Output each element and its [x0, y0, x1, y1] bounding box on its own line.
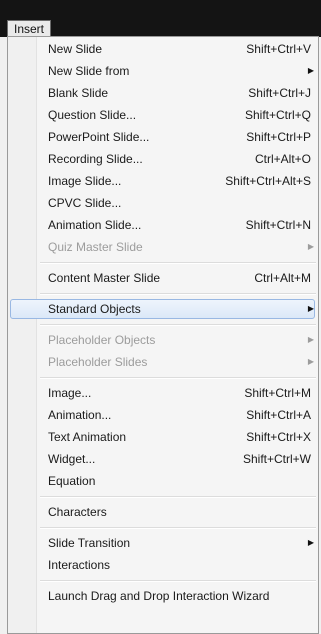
menu-bar: Insert: [0, 0, 321, 37]
menu-item-shortcut: Shift+Ctrl+V: [246, 42, 311, 56]
insert-dropdown-menu: New Slide Shift+Ctrl+V New Slide from ▶ Blan…: [7, 36, 319, 634]
menu-item-label: Interactions: [48, 558, 111, 572]
menu-item-shortcut: Shift+Ctrl+N: [245, 218, 311, 232]
menu-item-label: Widget...: [48, 452, 96, 466]
menu-item-image[interactable]: Image... Shift+Ctrl+M: [8, 382, 318, 404]
menu-separator: [8, 576, 318, 585]
menu-item-animation[interactable]: Animation... Shift+Ctrl+A: [8, 404, 318, 426]
menu-item-label: Placeholder Objects: [48, 333, 156, 347]
submenu-arrow-icon: ▶: [307, 242, 314, 251]
menu-item-label: Slide Transition: [48, 536, 131, 550]
menu-item-label: Image...: [48, 386, 92, 400]
menu-item-content-master-slide[interactable]: Content Master Slide Ctrl+Alt+M: [8, 267, 318, 289]
menu-item-shortcut: Shift+Ctrl+W: [242, 452, 311, 466]
menu-item-shortcut: Ctrl+Alt+M: [254, 271, 311, 285]
menu-item-new-slide-from[interactable]: New Slide from ▶: [8, 60, 318, 82]
menu-item-label: Question Slide...: [48, 108, 137, 122]
menu-item-label: Content Master Slide: [48, 271, 161, 285]
menu-separator: [8, 492, 318, 501]
menu-item-shortcut: Shift+Ctrl+Q: [244, 108, 311, 122]
menu-item-text-animation[interactable]: Text Animation Shift+Ctrl+X: [8, 426, 318, 448]
menu-item-question-slide[interactable]: Question Slide... Shift+Ctrl+Q: [8, 104, 318, 126]
menu-item-label: Launch Drag and Drop Interaction Wizard: [48, 589, 270, 603]
menu-item-label: Equation: [48, 474, 96, 488]
menu-item-quiz-master-slide: Quiz Master Slide ▶: [8, 236, 318, 258]
menu-item-label: PowerPoint Slide...: [48, 130, 150, 144]
menu-item-shortcut: Ctrl+Alt+O: [254, 152, 311, 166]
menu-separator: [8, 373, 318, 382]
menu-item-powerpoint-slide[interactable]: PowerPoint Slide... Shift+Ctrl+P: [8, 126, 318, 148]
separator-line: [40, 580, 316, 582]
separator-line: [40, 293, 316, 295]
menu-separator: [8, 523, 318, 532]
menu-item-blank-slide[interactable]: Blank Slide Shift+Ctrl+J: [8, 82, 318, 104]
menu-item-shortcut: Shift+Ctrl+X: [246, 430, 311, 444]
menu-item-animation-slide[interactable]: Animation Slide... Shift+Ctrl+N: [8, 214, 318, 236]
menu-item-label: Image Slide...: [48, 174, 122, 188]
menu-item-launch-drag-and-drop-wizard[interactable]: Launch Drag and Drop Interaction Wizard: [8, 585, 318, 607]
menu-item-placeholder-slides: Placeholder Slides ▶: [8, 351, 318, 373]
menu-item-interactions[interactable]: Interactions: [8, 554, 318, 576]
separator-line: [40, 496, 316, 498]
menu-item-new-slide[interactable]: New Slide Shift+Ctrl+V: [8, 38, 318, 60]
menu-item-shortcut: Shift+Ctrl+A: [246, 408, 311, 422]
menu-item-cpvc-slide[interactable]: CPVC Slide...: [8, 192, 318, 214]
menu-item-shortcut: Shift+Ctrl+P: [246, 130, 311, 144]
menu-item-recording-slide[interactable]: Recording Slide... Ctrl+Alt+O: [8, 148, 318, 170]
menu-item-label: Text Animation: [48, 430, 127, 444]
submenu-arrow-icon: ▶: [307, 357, 314, 366]
menu-item-list: New Slide Shift+Ctrl+V New Slide from ▶ Blan…: [8, 38, 318, 607]
menu-item-label: CPVC Slide...: [48, 196, 122, 210]
submenu-arrow-icon: ▶: [307, 335, 314, 344]
menu-item-label: Placeholder Slides: [48, 355, 148, 369]
menu-item-equation[interactable]: Equation: [8, 470, 318, 492]
menu-item-shortcut: Shift+Ctrl+M: [244, 386, 311, 400]
menu-item-shortcut: Shift+Ctrl+J: [248, 86, 311, 100]
submenu-arrow-icon: ▶: [307, 538, 314, 547]
menu-item-label: New Slide from: [48, 64, 130, 78]
menu-item-label: Characters: [48, 505, 107, 519]
menu-item-standard-objects[interactable]: Standard Objects ▶: [8, 298, 318, 320]
menu-item-placeholder-objects: Placeholder Objects ▶: [8, 329, 318, 351]
menu-item-characters[interactable]: Characters: [8, 501, 318, 523]
separator-line: [40, 377, 316, 379]
menu-item-label: New Slide: [48, 42, 103, 56]
submenu-arrow-icon: ▶: [307, 66, 314, 75]
menu-item-shortcut: Shift+Ctrl+Alt+S: [225, 174, 311, 188]
separator-line: [40, 262, 316, 264]
submenu-arrow-icon: ▶: [307, 304, 314, 313]
menu-item-label: Animation...: [48, 408, 112, 422]
menu-separator: [8, 289, 318, 298]
separator-line: [40, 527, 316, 529]
menu-item-label: Blank Slide: [48, 86, 109, 100]
menu-item-slide-transition[interactable]: Slide Transition ▶: [8, 532, 318, 554]
insert-menu-tab[interactable]: Insert: [7, 20, 52, 37]
menu-separator: [8, 320, 318, 329]
menu-item-widget[interactable]: Widget... Shift+Ctrl+W: [8, 448, 318, 470]
separator-line: [40, 324, 316, 326]
menu-item-label: Recording Slide...: [48, 152, 143, 166]
menu-separator: [8, 258, 318, 267]
menu-item-image-slide[interactable]: Image Slide... Shift+Ctrl+Alt+S: [8, 170, 318, 192]
menu-item-label: Standard Objects: [48, 302, 141, 316]
menu-item-label: Quiz Master Slide: [48, 240, 143, 254]
menu-item-label: Animation Slide...: [48, 218, 142, 232]
